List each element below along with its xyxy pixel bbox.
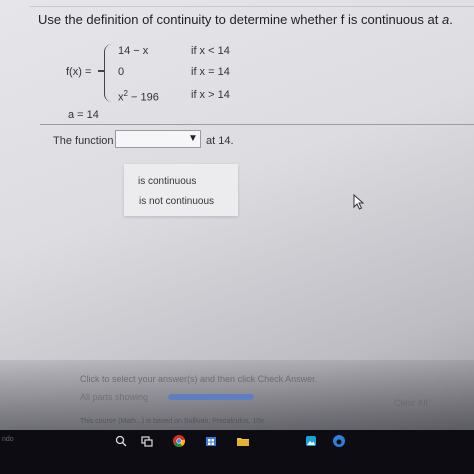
- search-icon[interactable]: [114, 434, 128, 448]
- section-divider: [40, 124, 474, 125]
- instruction-text: Click to select your answer(s) and then …: [80, 374, 318, 384]
- case-2-expression: 0: [118, 66, 125, 78]
- cursor-arrow-icon: [353, 194, 365, 210]
- answer-dropdown[interactable]: ▼: [115, 130, 201, 148]
- option-is-continuous[interactable]: is continuous: [138, 176, 196, 187]
- taskbar-text: ndo: [2, 436, 14, 443]
- clear-all-button[interactable]: Clear All: [394, 398, 428, 408]
- question-text: Use the definition of continuity to dete…: [38, 12, 453, 27]
- piecewise-brace: [104, 44, 115, 102]
- task-view-icon[interactable]: [140, 434, 154, 448]
- progress-bar: [168, 394, 254, 400]
- case-2-condition: if x = 14: [191, 66, 230, 78]
- case-3-condition: if x > 14: [191, 89, 230, 101]
- file-explorer-icon[interactable]: [236, 434, 250, 448]
- case-3-expression: x2 − 196: [118, 89, 159, 104]
- top-divider: [30, 6, 474, 7]
- screen: Use the definition of continuity to dete…: [0, 0, 474, 474]
- function-label: f(x) =: [66, 66, 92, 78]
- edge-icon[interactable]: [332, 434, 346, 448]
- chrome-icon[interactable]: [172, 434, 186, 448]
- taskbar: ndo: [0, 430, 474, 474]
- question-suffix: .: [449, 12, 453, 27]
- answer-suffix: at 14.: [206, 135, 234, 147]
- case-3-rest: − 196: [127, 91, 159, 104]
- question-prefix: Use the definition of continuity to dete…: [38, 12, 442, 27]
- a-value: a = 14: [68, 109, 99, 121]
- dropdown-arrow-icon[interactable]: ▼: [188, 133, 198, 145]
- progress-label: All parts showing: [80, 392, 149, 402]
- dropdown-menu: is continuous is not continuous: [124, 164, 238, 216]
- progress-fill: [168, 394, 254, 400]
- store-icon[interactable]: [204, 434, 218, 448]
- photos-icon[interactable]: [304, 434, 318, 448]
- piecewise-brace-tip: [98, 70, 105, 72]
- footer-note: This course (Math...) is based on Sulliv…: [80, 418, 265, 425]
- case-1-condition: if x < 14: [191, 45, 230, 57]
- case-1-expression: 14 − x: [118, 45, 149, 57]
- answer-prefix: The function: [53, 135, 114, 147]
- option-is-not-continuous[interactable]: is not continuous: [139, 196, 214, 207]
